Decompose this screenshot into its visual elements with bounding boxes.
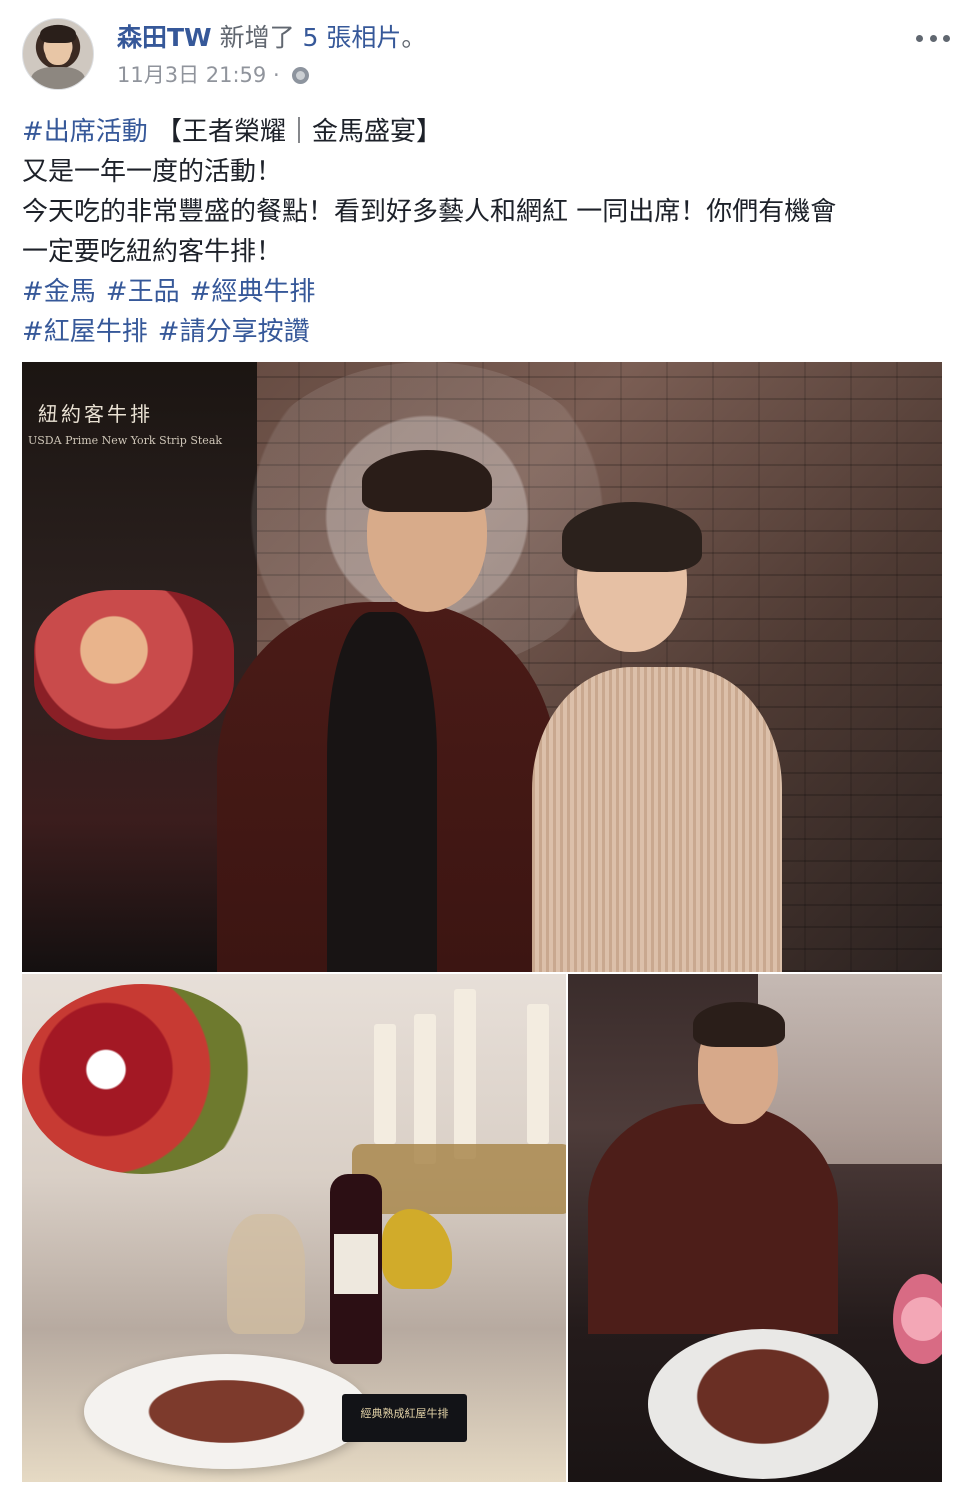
photo2-candle <box>454 989 476 1159</box>
photo2-candle <box>374 1024 396 1144</box>
text-line-1: #出席活動 【王者榮耀｜金馬盛宴】 <box>22 112 942 152</box>
text-line-4: 一定要吃紐約客牛排！ <box>22 237 283 267</box>
photo3-man-jacket <box>588 1104 838 1334</box>
photo2-steak-plate <box>84 1354 369 1469</box>
post-photo-1[interactable]: 紐約客牛排 USDA Prime New York Strip Steak <box>22 362 942 972</box>
photo1-woman-hair <box>562 502 702 572</box>
photo2-decanter <box>227 1214 305 1334</box>
hashtags-row-2: #紅屋牛排 #請分享按讚 <box>22 312 942 352</box>
avatar-collar <box>31 67 85 89</box>
post-header-line: 森田TW 新增了 5 張相片。 <box>117 20 426 56</box>
hashtag-link[interactable]: #經典牛排 <box>190 277 316 307</box>
post-photo-3[interactable] <box>568 974 942 1482</box>
photo3-pink-flowers <box>893 1274 942 1364</box>
photo1-man-hair <box>362 450 492 512</box>
hashtags-row-1: #金馬 #王品 #經典牛排 <box>22 272 942 312</box>
dot-1 <box>916 34 923 42</box>
photo3-steak-plate <box>648 1329 878 1479</box>
photos-count-link[interactable]: 5 張相片 <box>303 23 402 52</box>
author-name-link[interactable]: 森田TW <box>117 23 212 52</box>
hashtag-link[interactable]: #出席活動 <box>22 117 148 147</box>
photo2-golden-horse <box>382 1209 452 1289</box>
hashtag-link[interactable]: #紅屋牛排 <box>22 317 148 347</box>
photo2-candle <box>527 1004 549 1144</box>
text-line-3: 今天吃的非常豐盛的餐點！看到好多藝人和網紅 一同出席！你們有機會 <box>22 197 837 227</box>
author-avatar[interactable] <box>22 18 94 90</box>
photo2-candelabra <box>352 1144 566 1214</box>
photo1-man-shirt <box>327 612 437 972</box>
photo2-wine-label <box>334 1234 378 1294</box>
photo3-man-hair <box>693 1002 785 1047</box>
hashtag-link[interactable]: #請分享按讚 <box>158 317 310 347</box>
text-line-2: 又是一年一度的活動！ <box>22 157 283 187</box>
post-photo-2[interactable]: 經典熟成紅屋牛排 <box>22 974 566 1482</box>
dot-3 <box>943 34 950 42</box>
avatar-hair <box>40 25 76 43</box>
photo2-dish-card: 經典熟成紅屋牛排 <box>342 1394 467 1442</box>
hashtag-link[interactable]: #金馬 <box>22 277 96 307</box>
facebook-post: 森田TW 新增了 5 張相片。 11月3日 21:59 · #出席活動 【王者榮… <box>0 0 961 1504</box>
hashtag-link[interactable]: #王品 <box>106 277 180 307</box>
globe-icon[interactable] <box>292 67 310 84</box>
photo1-menu-subtitle: USDA Prime New York Strip Steak <box>28 434 223 447</box>
post-text: #出席活動 【王者榮耀｜金馬盛宴】 又是一年一度的活動！ 今天吃的非常豐盛的餐點… <box>22 112 942 352</box>
post-meta: 11月3日 21:59 · <box>117 62 310 88</box>
photo1-woman-dress <box>532 667 782 972</box>
meta-separator: · <box>266 63 287 87</box>
action-text: 新增了 <box>211 23 303 52</box>
dot-2 <box>929 34 937 42</box>
photo1-menu-sign: 紐約客牛排 <box>38 402 153 426</box>
photo1-steak-image <box>34 590 234 740</box>
post-timestamp-link[interactable]: 11月3日 21:59 <box>117 63 266 87</box>
more-options-icon[interactable] <box>916 28 950 48</box>
event-title: 【王者榮耀｜金馬盛宴】 <box>147 117 443 147</box>
action-end: 。 <box>401 23 427 52</box>
photo2-candle <box>414 1014 436 1164</box>
photo2-flower-arrangement <box>22 984 262 1174</box>
